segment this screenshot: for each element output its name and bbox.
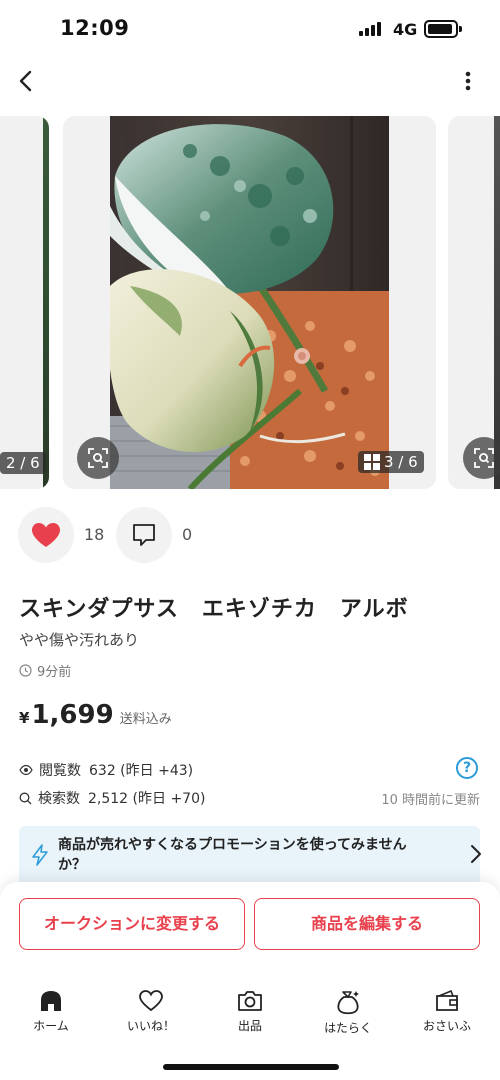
promotion-banner[interactable]: 商品が売れやすくなるプロモーションを使ってみませんか？ [19,826,481,886]
wallet-icon [436,989,458,1011]
zoom-scan-icon [88,448,108,468]
tab-work-label: はたらく [324,1021,372,1035]
chevron-left-icon [19,70,32,92]
search-icon [19,792,32,804]
price-row: ¥ 1,699 送料込み [19,700,172,730]
posted-time-text: 9分前 [37,665,72,680]
shipping-note: 送料込み [119,712,172,727]
grid-icon [364,454,380,470]
views-stat: 閲覧数 632 (昨日 +43) [19,760,193,780]
comment-count: 0 [182,525,193,544]
promotion-text: 商品が売れやすくなるプロモーションを使ってみませんか？ [58,837,407,873]
like-count: 18 [84,525,105,544]
zoom-button[interactable] [77,437,119,479]
tab-sell[interactable]: 出品 [210,988,290,1034]
currency-symbol: ¥ [19,709,30,727]
tab-wallet-label: おさいふ [422,1019,471,1033]
tab-home[interactable]: ホーム [11,988,91,1034]
views-value: 632 (昨日 +43) [89,763,194,779]
signal-icon [359,22,381,36]
search-stat: 検索数 2,512 (昨日 +70) [19,788,205,808]
status-bar: 12:09 4G [0,0,500,58]
home-indicator [163,1064,339,1070]
search-label: 検索数 [38,791,80,807]
posted-time: 9分前 [19,661,71,680]
tab-likes-label: いいね！ [126,1019,175,1033]
network-type: 4G [393,20,418,39]
bottom-action-sheet: オークションに変更する 商品を編集する [0,882,500,1080]
product-photo [110,116,389,489]
updated-time: 10 時間前に更新 [381,793,480,808]
nav-bar [0,58,500,108]
tab-work[interactable]: はたらく [308,988,388,1036]
zoom-scan-icon [474,448,494,468]
comment-icon [133,524,155,546]
image-counter-text: 3 / 6 [384,453,418,471]
home-icon [41,991,61,1011]
more-vertical-icon [465,71,471,91]
tab-wallet[interactable]: おさいふ [407,988,487,1034]
image-carousel[interactable] [0,116,500,489]
chevron-right-icon [471,845,481,863]
back-button[interactable] [12,66,42,96]
tab-sell-label: 出品 [237,1019,262,1033]
prev-image-card[interactable] [0,116,49,489]
help-icon[interactable]: ? [456,757,478,779]
item-condition: やや傷や汚れあり [19,631,140,649]
tab-bar: ホーム いいね！ 出品 はたらく おさいふ [0,988,500,1048]
like-button[interactable] [18,507,74,563]
comment-button[interactable] [116,507,172,563]
next-image-card[interactable] [448,116,500,489]
status-time: 12:09 [60,16,130,40]
views-label: 閲覧数 [39,763,81,779]
edit-item-button[interactable]: 商品を編集する [254,898,480,950]
tab-home-label: ホーム [33,1019,69,1033]
more-options-button[interactable] [456,68,480,98]
change-to-auction-button[interactable]: オークションに変更する [19,898,245,950]
tab-likes[interactable]: いいね！ [111,988,191,1034]
heart-outline-icon [139,990,163,1012]
battery-icon [424,20,462,38]
search-value: 2,512 (昨日 +70) [88,791,206,807]
heart-icon [32,523,60,547]
prev-image-counter: 2 / 6 [0,452,46,474]
price: 1,699 [31,700,114,730]
item-title: スキンダプサス エキゾチカ アルボ [19,597,409,622]
eye-icon [19,764,33,776]
image-counter[interactable]: 3 / 6 [358,451,424,473]
clock-icon [19,664,32,677]
current-image-card[interactable] [63,116,436,489]
zoom-button-next[interactable] [463,437,500,479]
camera-icon [238,991,262,1011]
lightning-icon [32,844,48,866]
money-bag-icon [337,991,359,1015]
